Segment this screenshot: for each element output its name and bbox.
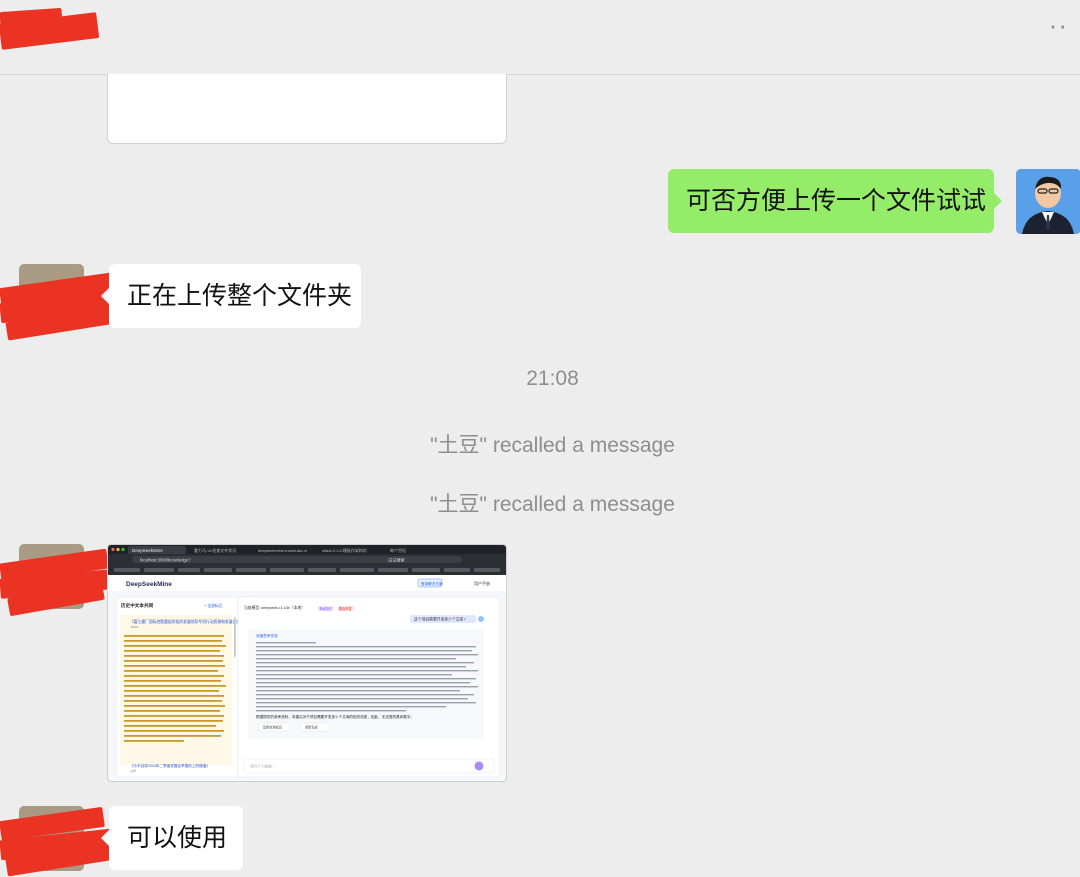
answer-head: 深度思考完成 xyxy=(256,633,278,638)
message-bubble-contact[interactable]: 可以使用 xyxy=(101,806,243,870)
browser-search-hint: 试试搜索 xyxy=(388,557,405,564)
history-action: + 全部标记 xyxy=(204,603,223,608)
recall-notice: "土豆" recalled a message xyxy=(430,434,675,457)
browser-tab: deepseekmine-install-aio-m xyxy=(258,548,308,553)
tag: 联合开发 xyxy=(339,606,353,611)
message-bubble-self[interactable]: 可否方便上传一个文件试试 xyxy=(668,169,1002,233)
app-brand: DeepSeekMine xyxy=(126,581,172,588)
user-question: 这个项目需要开发多少个文库? xyxy=(414,617,465,622)
browser-url: localhost:3000/knowledge? xyxy=(140,558,191,563)
browser-tab: DeepSeekMine xyxy=(132,548,163,553)
bubble-tail xyxy=(994,193,1002,209)
image-message-screenshot[interactable]: DeepSeekMine 重力马-VL检查文件状况 deepseekmine-i… xyxy=(107,544,507,782)
message-text: 可否方便上传一个文件试试 xyxy=(686,187,987,215)
send-icon xyxy=(474,761,484,771)
message-bubble-contact[interactable]: 正在上传整个文件夹 xyxy=(101,264,361,328)
app-screenshot-image: DeepSeekMine 重力马-VL检查文件状况 deepseekmine-i… xyxy=(108,545,506,778)
model-label: 当前模型: deepseek-r1:14b（本地） xyxy=(244,605,305,610)
file-item-ext: .pdf xyxy=(130,769,136,773)
top-button: 登录解决方案 xyxy=(421,581,443,586)
copy-button: 复制本地知识 xyxy=(263,725,282,730)
file-item-title: 《富江建厂国际控股重组学组织发展领导专项行动资源和发展实施方案》 xyxy=(130,619,252,624)
browser-tab: 重力马-VL检查文件状况 xyxy=(194,547,236,553)
previous-message-card[interactable] xyxy=(107,74,507,144)
history-title: 历史中文本共同 xyxy=(121,602,154,609)
chat-input-placeholder: 请问个人数据... xyxy=(250,764,275,769)
recall-notice: "土豆" recalled a message xyxy=(430,493,675,516)
bubble-tail xyxy=(101,830,109,846)
regenerate-button: 重新生成 xyxy=(305,725,319,730)
browser-tab: 每个世纪 xyxy=(390,547,406,553)
tag: 本地知识 xyxy=(319,606,332,611)
file-item-ext: .docx xyxy=(130,625,139,629)
answer-summary: 根据提供的参考资料，本建议对于项目需要开发多少个文库的相关信息，因此，无法提供具… xyxy=(256,714,414,719)
browser-tab: ollaol-0.1.6-模板作架构机 xyxy=(322,547,367,553)
message-text: 可以使用 xyxy=(127,824,228,852)
person-avatar-icon xyxy=(1016,169,1080,234)
message-text: 正在上传整个文件夹 xyxy=(127,282,353,310)
top-link: 用户手册 xyxy=(474,580,490,586)
avatar-self[interactable] xyxy=(1016,169,1080,234)
timestamp: 21:08 xyxy=(526,367,579,390)
bubble-tail xyxy=(101,288,109,304)
file-item-title: 《沙丰目前2024年二季度发展会举措执上的增值》 xyxy=(130,763,210,768)
more-dots-icon[interactable]: ·· xyxy=(1049,10,1068,41)
chat-header: ·· xyxy=(0,0,1080,75)
